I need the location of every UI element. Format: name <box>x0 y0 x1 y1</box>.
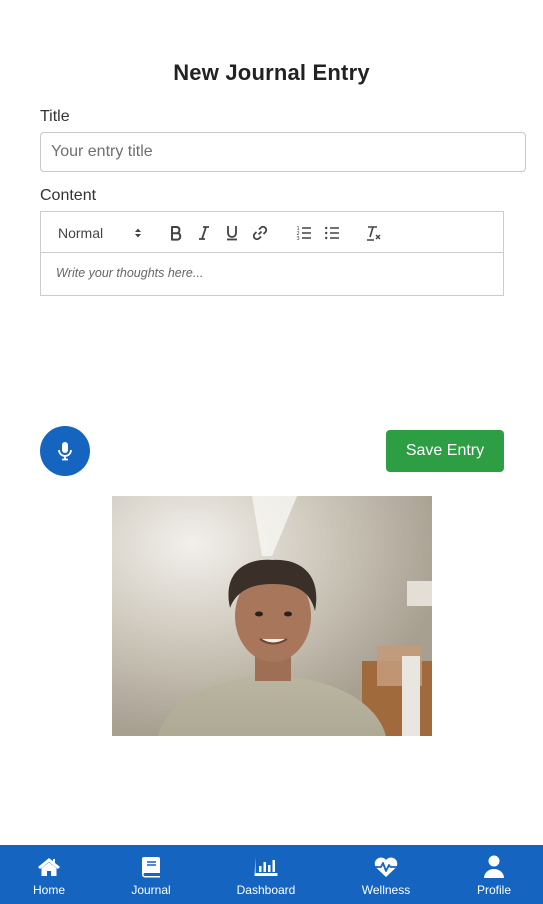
italic-button[interactable] <box>195 223 213 243</box>
nav-label-wellness: Wellness <box>361 883 411 897</box>
bullet-list-icon <box>325 226 339 240</box>
nav-label-profile: Profile <box>476 883 511 897</box>
title-label: Title <box>40 108 70 125</box>
save-entry-button[interactable]: Save Entry <box>386 430 504 472</box>
nav-item-wellness[interactable]: Wellness <box>356 845 416 904</box>
microphone-icon <box>58 442 72 461</box>
rich-text-editor: Normal 1 2 3 Write your thoughts here... <box>40 211 504 296</box>
bold-button[interactable] <box>167 223 185 243</box>
italic-icon <box>199 226 209 240</box>
bullet-list-button[interactable] <box>323 223 341 243</box>
nav-label-home: Home <box>32 883 65 897</box>
heartbeat-icon <box>374 857 398 877</box>
ordered-list-button[interactable]: 1 2 3 <box>295 223 313 243</box>
editor-content[interactable]: Write your thoughts here... <box>41 253 503 295</box>
content-label: Content <box>40 187 97 204</box>
editor-toolbar: Normal 1 2 3 <box>41 212 503 253</box>
book-icon <box>142 857 160 878</box>
underline-button[interactable] <box>223 223 241 243</box>
webcam-image <box>112 496 432 736</box>
link-button[interactable] <box>251 223 269 243</box>
ordered-list-icon: 1 2 3 <box>297 226 311 241</box>
format-select[interactable]: Normal <box>58 223 142 243</box>
bottom-nav: Home Journal Dashboard Wellness Profile <box>0 845 543 904</box>
page-title: New Journal Entry <box>173 60 370 85</box>
webcam-preview <box>112 496 432 736</box>
format-select-value: Normal <box>58 225 104 241</box>
nav-label-journal: Journal <box>131 883 171 897</box>
home-icon <box>38 858 60 876</box>
nav-item-dashboard[interactable]: Dashboard <box>229 845 303 904</box>
user-icon <box>484 855 504 878</box>
clear-format-button[interactable] <box>365 223 383 243</box>
select-arrows-icon <box>135 228 141 238</box>
link-icon <box>252 225 268 241</box>
mic-button[interactable] <box>40 426 90 476</box>
nav-item-profile[interactable]: Profile <box>464 845 524 904</box>
title-input[interactable] <box>40 132 526 172</box>
underline-icon <box>227 226 237 241</box>
nav-label-dashboard: Dashboard <box>236 883 296 897</box>
svg-text:3: 3 <box>297 236 300 241</box>
chart-bar-icon <box>254 857 278 876</box>
nav-item-home[interactable]: Home <box>19 845 79 904</box>
clear-format-icon <box>367 226 381 241</box>
nav-item-journal[interactable]: Journal <box>121 845 181 904</box>
bold-icon <box>171 226 182 241</box>
